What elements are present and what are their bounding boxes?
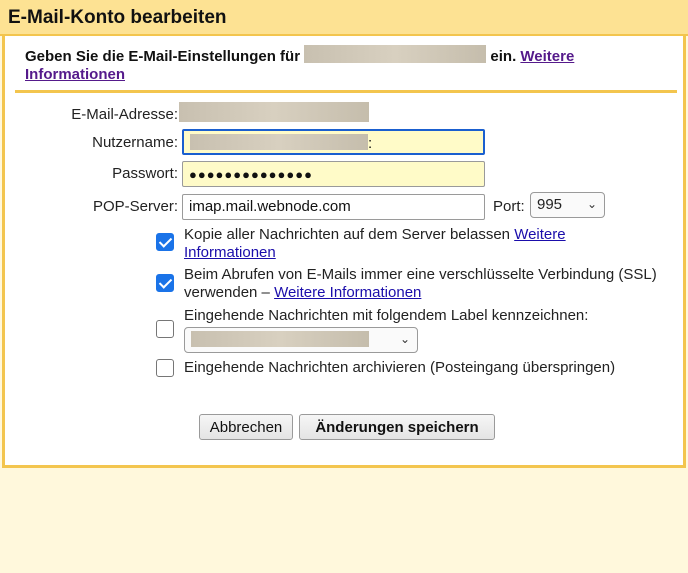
redacted-username xyxy=(190,134,368,150)
ssl-more-info-link[interactable]: Weitere Informationen xyxy=(274,284,421,301)
dialog-title-bar: E-Mail-Konto bearbeiten xyxy=(0,0,688,36)
port-label: Port: xyxy=(493,198,525,215)
email-label: E-Mail-Adresse: xyxy=(71,106,178,123)
pop-server-input[interactable]: imap.mail.webnode.com xyxy=(182,194,485,220)
intro-prefix: Geben Sie die E-Mail-Einstellungen für xyxy=(25,48,301,65)
redacted-label xyxy=(191,331,369,347)
username-label: Nutzername: xyxy=(92,134,178,151)
username-field[interactable]: : xyxy=(182,129,485,155)
intro-text: Geben Sie die E-Mail-Einstellungen für e… xyxy=(25,45,625,84)
port-select[interactable]: 995 ⌄ xyxy=(530,192,605,218)
dialog-title: E-Mail-Konto bearbeiten xyxy=(8,7,227,28)
redacted-email xyxy=(304,45,487,63)
save-changes-button[interactable]: Änderungen speichern xyxy=(299,414,495,440)
keep-copy-option: Kopie aller Nachrichten auf dem Server b… xyxy=(184,226,624,262)
port-value: 995 xyxy=(537,196,563,213)
archive-label: Eingehende Nachrichten archivieren (Post… xyxy=(184,359,616,376)
chevron-down-icon: ⌄ xyxy=(399,332,410,346)
ssl-option: Beim Abrufen von E-Mails immer eine vers… xyxy=(184,266,664,302)
password-field[interactable]: ●●●●●●●●●●●●●● xyxy=(182,161,485,187)
keep-copy-label: Kopie aller Nachrichten auf dem Server b… xyxy=(184,226,511,243)
intro-suffix: ein. xyxy=(490,48,517,65)
label-incoming-checkbox[interactable] xyxy=(156,320,174,338)
separator xyxy=(15,90,677,93)
cancel-button[interactable]: Abbrechen xyxy=(199,414,293,440)
password-label: Passwort: xyxy=(112,165,178,182)
label-incoming-label: Eingehende Nachrichten mit folgendem Lab… xyxy=(184,307,589,324)
settings-panel: Geben Sie die E-Mail-Einstellungen für e… xyxy=(2,36,686,468)
archive-checkbox[interactable] xyxy=(156,359,174,377)
keep-copy-checkbox[interactable] xyxy=(156,233,174,251)
redacted-email-address xyxy=(179,102,369,122)
pop-server-label: POP-Server: xyxy=(92,198,178,215)
label-select[interactable]: ⌄ xyxy=(184,327,418,353)
username-suffix: : xyxy=(368,135,373,152)
chevron-down-icon: ⌄ xyxy=(586,197,597,211)
ssl-checkbox[interactable] xyxy=(156,274,174,292)
